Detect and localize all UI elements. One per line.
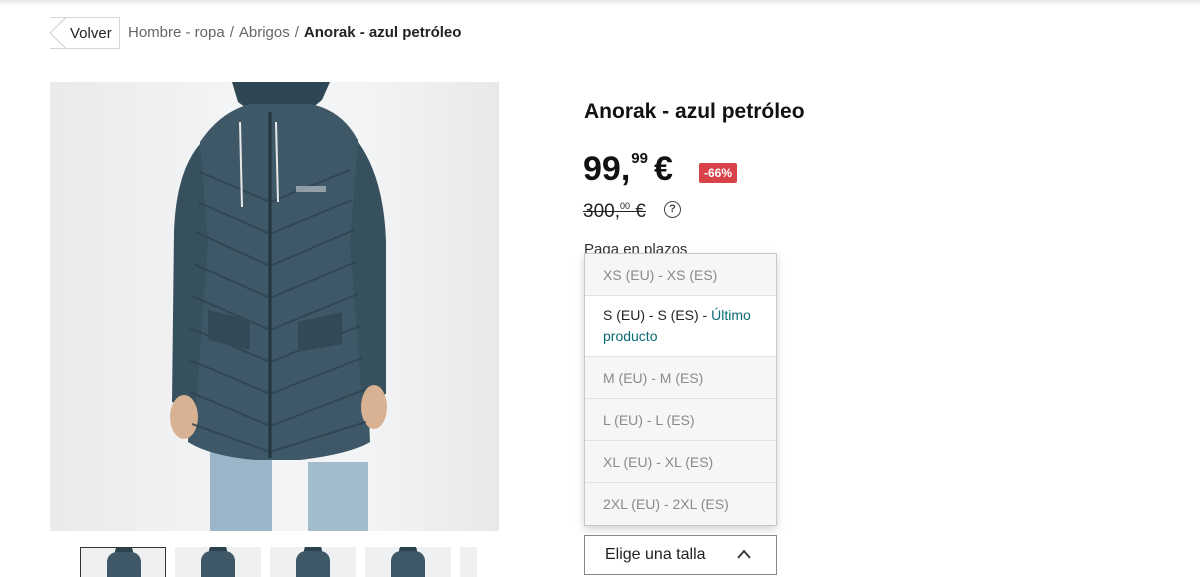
size-option[interactable]: XS (EU) - XS (ES)	[585, 254, 776, 296]
breadcrumb: Hombre - ropa / Abrigos / Anorak - azul petr…	[128, 24, 461, 41]
old-price-decimals: 00	[619, 201, 630, 211]
price-decimals: 99	[631, 150, 648, 167]
size-label: XL (EU) - XL (ES)	[603, 453, 714, 470]
installments-label: Paga en plazos	[584, 241, 688, 253]
size-select[interactable]: Elige una talla	[584, 535, 777, 575]
thumbnail[interactable]	[175, 547, 261, 577]
price-integer: 99,	[583, 150, 631, 188]
size-label: M (EU) - M (ES)	[603, 369, 704, 386]
breadcrumb-separator: /	[294, 24, 299, 41]
discount-badge: -66%	[699, 163, 738, 183]
size-option[interactable]: M (EU) - M (ES)	[585, 357, 776, 399]
thumbnail-coat	[391, 551, 425, 577]
size-option-label: S (EU) - S (ES) - Último producto	[603, 305, 758, 347]
thumbnail[interactable]	[460, 547, 477, 577]
back-button[interactable]: Volver	[49, 17, 120, 49]
size-option[interactable]: L (EU) - L (ES)	[585, 399, 776, 441]
size-option[interactable]: XL (EU) - XL (ES)	[585, 441, 776, 483]
old-price-currency: €	[635, 201, 646, 222]
product-title: Anorak - azul petróleo	[584, 100, 805, 123]
size-option-label: XS (EU) - XS (ES)	[603, 267, 717, 283]
breadcrumb-separator: /	[229, 24, 234, 41]
breadcrumb-item-abrigos[interactable]: Abrigos	[239, 24, 290, 41]
thumbnail[interactable]	[270, 547, 356, 577]
breadcrumb-item-hombre-ropa[interactable]: Hombre - ropa	[128, 24, 225, 41]
header-shadow	[0, 0, 1200, 6]
thumbnail-coat	[296, 551, 330, 577]
size-label: S (EU) - S (ES) -	[603, 307, 712, 323]
thumbnail-coat	[201, 551, 235, 577]
size-label: XS (EU) - XS (ES)	[603, 266, 718, 283]
thumbnail-coat	[107, 552, 141, 577]
chevron-up-icon	[737, 549, 751, 559]
size-option[interactable]: 2XL (EU) - 2XL (ES)	[585, 483, 776, 525]
product-main-image[interactable]	[50, 82, 499, 531]
breadcrumb-item-current: Anorak - azul petróleo	[303, 24, 462, 41]
size-option[interactable]: S (EU) - S (ES) - Último producto	[585, 296, 776, 357]
size-label: L (EU) - L (ES)	[603, 411, 695, 428]
question-circle-icon[interactable]: ?	[664, 201, 681, 218]
price-currency: €	[653, 150, 673, 188]
old-price-integer: 300,	[583, 201, 620, 222]
size-select-label: Elige una talla	[605, 546, 706, 563]
thumbnail[interactable]	[80, 547, 166, 577]
size-option-label: L (EU) - L (ES)	[603, 412, 695, 428]
current-price: 99,99 €	[583, 150, 673, 189]
size-option-label: M (EU) - M (ES)	[603, 370, 703, 386]
size-dropdown: XS (EU) - XS (ES) S (EU) - S (ES) - Últim…	[584, 253, 777, 526]
chevron-left-icon	[49, 17, 66, 49]
size-option-label: XL (EU) - XL (ES)	[603, 454, 713, 470]
thumbnail-strip	[80, 547, 477, 577]
back-label: Volver	[70, 24, 112, 42]
size-option-label: 2XL (EU) - 2XL (ES)	[603, 496, 729, 512]
thumbnail[interactable]	[365, 547, 451, 577]
size-label: 2XL (EU) - 2XL (ES)	[603, 496, 729, 512]
original-price: 300,00 €	[583, 201, 646, 223]
